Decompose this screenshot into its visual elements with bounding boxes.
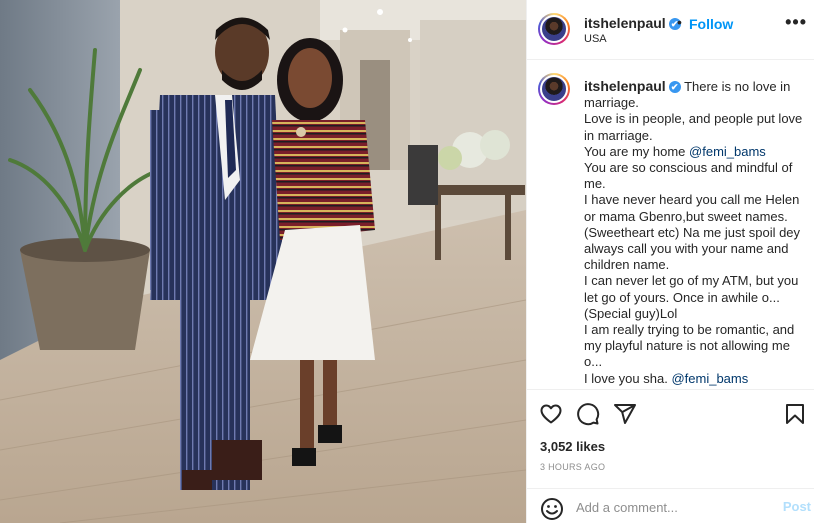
caption-line-4: You are so conscious and mindful of me. [584,160,796,192]
location-link[interactable]: USA [584,33,607,45]
post-caption: itshelenpaul ✔ There is no love in marria… [527,61,814,389]
caption-line-3: You are my home @femi_bams [584,143,766,159]
caption-author-username[interactable]: itshelenpaul ✔ [584,78,681,94]
author-username[interactable]: itshelenpaul ✔ [584,15,681,31]
caption-line-5: I have never heard you call me Helen or … [584,192,804,273]
bookmark-icon[interactable] [783,402,807,426]
post-photo-illustration [0,0,526,523]
mention-link[interactable]: @femi_bams [671,371,748,386]
separator-dot: • [677,14,682,30]
post-comment-button[interactable]: Post [783,499,811,514]
caption-line-1: itshelenpaul ✔ There is no love in marria… [584,78,794,111]
comment-icon[interactable] [576,402,600,426]
post-header: itshelenpaul ✔ • Follow USA ••• [527,0,814,60]
action-bar [527,389,814,437]
comment-bar: Post [527,488,814,523]
mention-link[interactable]: @femi_bams [689,144,766,159]
caption-author-avatar[interactable] [538,73,570,105]
post-timestamp[interactable]: 3 HOURS AGO [540,462,605,472]
caption-line-7: I am really trying to be romantic, and m… [584,322,798,370]
verified-badge-icon: ✔ [668,81,681,93]
post-photo[interactable] [0,0,526,523]
comment-input[interactable] [576,498,766,516]
more-options-icon[interactable]: ••• [785,12,807,33]
send-icon[interactable] [613,402,637,426]
caption-line-2: Love is in people, and people put love i… [584,111,806,143]
follow-button[interactable]: Follow [689,16,733,32]
caption-line-8: I love you sha. @femi_bams [584,370,749,386]
heart-icon[interactable] [539,402,563,426]
author-avatar[interactable] [538,13,570,45]
post-sidebar: itshelenpaul ✔ • Follow USA ••• itshelenp… [526,0,814,523]
caption-line-6: I can never let go of my ATM, but you le… [584,273,802,321]
caption-text: itshelenpaul ✔ There is no love in marria… [584,78,809,387]
emoji-icon[interactable] [540,497,564,521]
likes-count[interactable]: 3,052 likes [540,439,605,454]
